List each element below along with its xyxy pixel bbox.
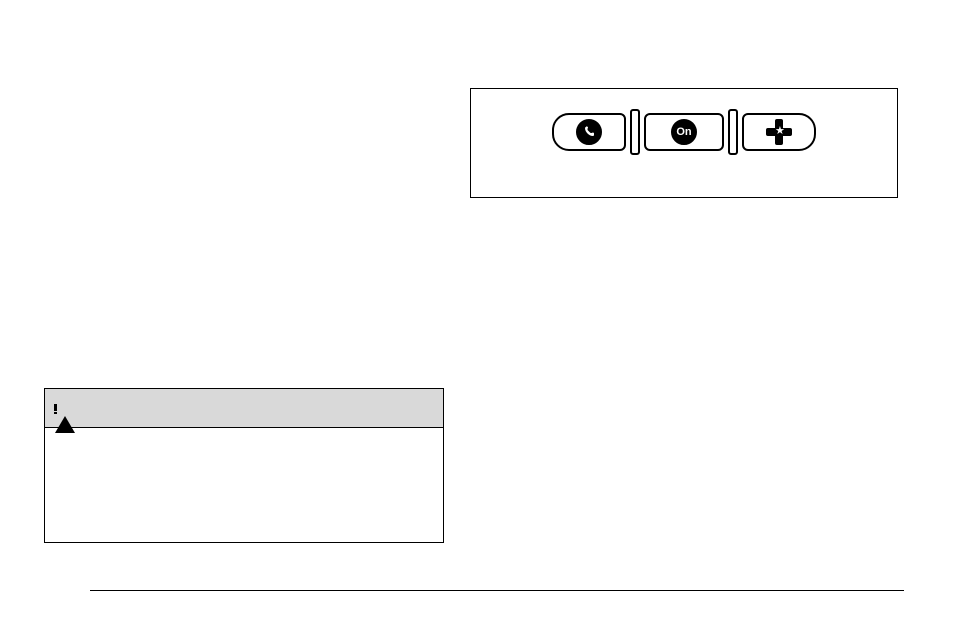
warning-icon [55, 399, 75, 417]
button-panel-figure: On ★ [470, 88, 898, 198]
phone-button[interactable] [552, 113, 626, 151]
caution-box [44, 388, 444, 543]
onstar-button[interactable]: On [644, 113, 724, 151]
caution-body [45, 428, 443, 542]
phone-icon [576, 119, 602, 145]
emergency-icon: ★ [766, 119, 792, 145]
onstar-icon: On [671, 119, 697, 145]
button-row: On ★ [471, 109, 897, 155]
spacer-bar-left [630, 109, 640, 155]
emergency-button[interactable]: ★ [742, 113, 816, 151]
footer-rule [90, 590, 904, 591]
spacer-bar-right [728, 109, 738, 155]
caution-header [45, 389, 443, 428]
phone-glyph [583, 126, 595, 138]
page: On ★ [0, 0, 954, 636]
onstar-label-text: On [676, 126, 691, 138]
